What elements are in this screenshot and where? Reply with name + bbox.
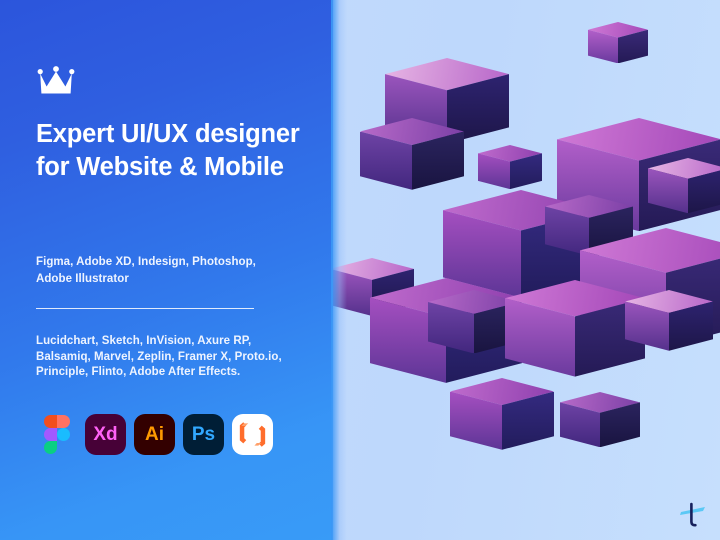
info-panel-content: Expert UI/UX designer for Website & Mobi… (36, 0, 306, 540)
primary-tools-text: Figma, Adobe XD, Indesign, Photoshop, Ad… (36, 256, 256, 285)
adobe-xd-label: Xd (93, 423, 118, 445)
cube (360, 118, 464, 190)
floating-cubes-artwork (330, 0, 720, 540)
poster-canvas: Expert UI/UX designer for Website & Mobi… (0, 0, 720, 540)
figma-icon[interactable] (36, 414, 77, 455)
cube (450, 378, 554, 450)
adobe-illustrator-icon[interactable]: Ai (134, 414, 175, 455)
info-panel: Expert UI/UX designer for Website & Mobi… (0, 0, 347, 540)
cube (478, 145, 542, 190)
cube (560, 392, 640, 448)
page-title: Expert UI/UX designer for Website & Mobi… (36, 120, 300, 181)
cube (505, 280, 645, 377)
adobe-xd-icon[interactable]: Xd (85, 414, 126, 455)
app-icon-row: Xd Ai Ps (36, 414, 273, 455)
adobe-photoshop-icon[interactable]: Ps (183, 414, 224, 455)
divider (36, 308, 254, 309)
invision-glyph (239, 422, 266, 447)
adobe-photoshop-label: Ps (191, 423, 216, 445)
crown-icon (36, 66, 76, 98)
invision-studio-icon[interactable] (232, 414, 273, 455)
secondary-tools-text: Lucidchart, Sketch, InVision, Axure RP, … (36, 335, 282, 378)
adobe-illustrator-label: Ai (145, 423, 164, 445)
cube (625, 290, 713, 351)
cube (588, 22, 648, 64)
brand-logo: t (678, 502, 708, 530)
figma-glyph (43, 415, 70, 454)
cube (648, 158, 720, 214)
